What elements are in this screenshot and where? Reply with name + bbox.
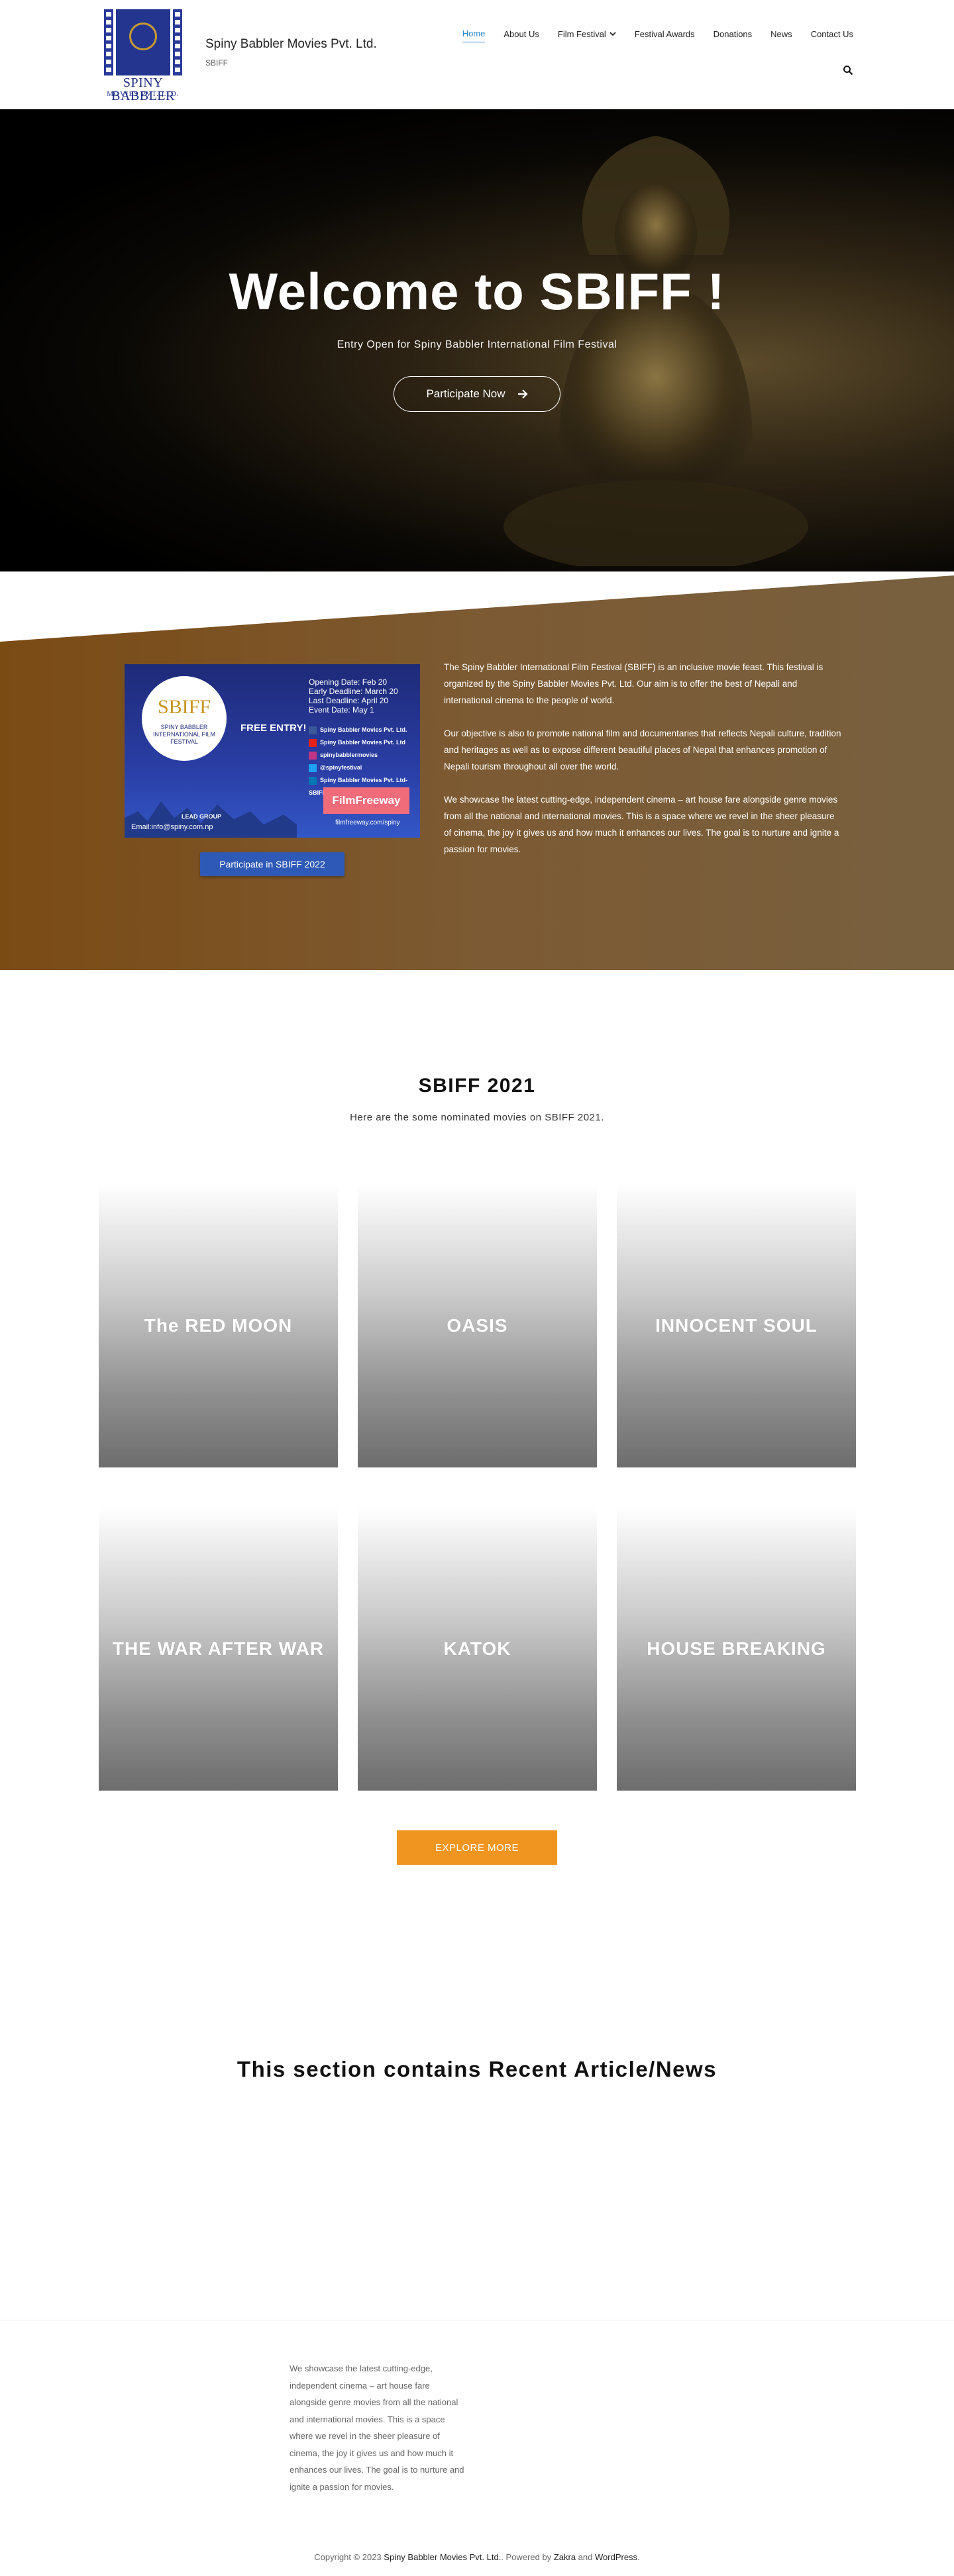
poster-date-line: Opening Date: Feb 20 [309, 677, 388, 687]
about-paragraph: We showcase the latest cutting-edge, ind… [444, 795, 839, 854]
site-header: SPINY BABBLER MOVIES PVT. LTD. Spiny Bab… [0, 0, 954, 109]
sbiff-poster-image: SBIFF SPINY BABBLER INTERNATIONAL FILM F… [125, 664, 420, 838]
poster-social-label: Spiny Babbler Movies Pvt. Ltd. [320, 726, 407, 733]
nav-about-us[interactable]: About Us [504, 28, 539, 42]
about-section: SBIFF SPINY BABBLER INTERNATIONAL FILM F… [0, 571, 954, 970]
nav-label: Contact Us [810, 28, 853, 39]
about-paragraph: Our objective is also to promote nationa… [444, 728, 841, 771]
poster-social-item: Spiny Babbler Movies Pvt. Ltd [309, 736, 420, 749]
movie-title: INNOCENT SOUL [655, 1315, 818, 1336]
nav-donations[interactable]: Donations [714, 28, 753, 42]
slanted-divider [0, 571, 954, 642]
film-strip-right [173, 9, 182, 75]
movie-card[interactable]: THE WAR AFTER WAR [99, 1507, 338, 1791]
movie-title: KATOK [443, 1638, 511, 1659]
site-logo[interactable]: SPINY BABBLER MOVIES PVT. LTD. [93, 7, 193, 103]
poster-social-label: Spiny Babbler Movies Pvt. Ltd [320, 739, 406, 746]
button-label: Participate Now [426, 387, 505, 400]
nav-label: Festival Awards [634, 28, 695, 39]
movie-title: HOUSE BREAKING [647, 1638, 826, 1659]
site-tagline: SBIFF [205, 58, 229, 68]
hero-content: Welcome to SBIFF ! Entry Open for Spiny … [0, 262, 954, 412]
instagram-icon [309, 751, 317, 760]
twitter-icon [309, 764, 317, 772]
logo-subtext: MOVIES PVT. LTD. [107, 90, 180, 98]
nav-label: Home [462, 28, 486, 38]
news-title: This section contains Recent Article/New… [237, 2057, 717, 2081]
powered-by-text: . Powered by [501, 2552, 552, 2562]
participate-sbiff-2022-button[interactable]: Participate in SBIFF 2022 [200, 852, 344, 876]
poster-date-line: Event Date: May 1 [309, 705, 374, 715]
arrow-right-icon [517, 389, 528, 399]
footer-copyright: Copyright © 2023 Spiny Babbler Movies Pv… [0, 2552, 954, 2562]
poster-circle-text: SPINY BABBLER INTERNATIONAL FILM FESTIVA… [152, 724, 215, 745]
poster-social-item: Spiny Babbler Movies Pvt. Ltd. [309, 724, 420, 736]
search-icon[interactable] [843, 65, 853, 75]
hero-subtitle: Entry Open for Spiny Babbler Internation… [337, 339, 617, 350]
movie-card[interactable]: HOUSE BREAKING [617, 1507, 856, 1791]
nav-label: Film Festival [557, 28, 606, 39]
filmfreeway-url: filmfreeway.com/spiny [335, 819, 400, 826]
poster-logo-text: SBIFF [157, 696, 211, 718]
explore-more-button[interactable]: EXPLORE MORE [397, 1830, 557, 1865]
site-footer: We showcase the latest cutting-edge, ind… [0, 2320, 954, 2576]
sbiff-2021-section: SBIFF 2021 Here are the some nominated m… [0, 970, 954, 1865]
nav-festival-awards[interactable]: Festival Awards [635, 28, 695, 42]
poster-social-item: @spinyfestival [309, 762, 420, 774]
movie-title: OASIS [447, 1315, 508, 1336]
participate-now-button[interactable]: Participate Now [394, 376, 560, 412]
footer-about-text: We showcase the latest cutting-edge, ind… [290, 2363, 464, 2492]
poster-dates: Opening Date: Feb 20 Early Deadline: Mar… [309, 677, 398, 715]
movie-card[interactable]: INNOCENT SOUL [617, 1184, 856, 1467]
movie-title: The RED MOON [144, 1315, 293, 1336]
logo-square [116, 9, 170, 75]
poster-social-label: spinybabblermovies [320, 752, 378, 758]
poster-email: Email:info@spiny.com.np [131, 823, 213, 831]
nav-label: News [770, 28, 792, 39]
footer-company-link[interactable]: Spiny Babbler Movies Pvt. Ltd. [384, 2552, 501, 2562]
poster-free-entry: FREE ENTRY! [240, 722, 307, 734]
footer-theme-link[interactable]: Zakra [554, 2552, 576, 2562]
site-title[interactable]: Spiny Babbler Movies Pvt. Ltd. [205, 37, 377, 52]
movie-title: THE WAR AFTER WAR [112, 1638, 325, 1659]
nav-contact-us[interactable]: Contact Us [811, 28, 853, 42]
copyright-prefix: Copyright © 2023 [314, 2552, 382, 2562]
linkedin-icon [309, 776, 317, 785]
poster-org: LEAD GROUP [182, 813, 222, 820]
hero-title: Welcome to SBIFF ! [229, 262, 725, 321]
hero-banner: Welcome to SBIFF ! Entry Open for Spiny … [0, 109, 954, 571]
end-text: . [637, 2552, 640, 2562]
bird-emblem-icon [129, 23, 157, 50]
nav-home[interactable]: Home [462, 28, 486, 42]
nav-label: Donations [713, 28, 753, 39]
chevron-down-icon [610, 32, 616, 36]
and-text: and [578, 2552, 593, 2562]
section-subtitle: Here are the some nominated movies on SB… [350, 1112, 604, 1123]
movie-card[interactable]: KATOK [358, 1507, 597, 1791]
filmfreeway-logo: FilmFreeway [323, 787, 409, 814]
about-text: The Spiny Babbler International Film Fes… [444, 659, 841, 874]
about-paragraph: The Spiny Babbler International Film Fes… [444, 662, 823, 705]
movie-card[interactable]: OASIS [358, 1184, 597, 1467]
poster-logo-circle [142, 676, 227, 761]
logo-text: SPINY BABBLER [111, 75, 175, 103]
main-nav: Home About Us Film Festival Festival Awa… [462, 28, 853, 42]
section-title: SBIFF 2021 [418, 1075, 536, 1097]
poster-social-label: @spinyfestival [320, 764, 362, 771]
poster-social-item: spinybabblermovies [309, 749, 420, 762]
facebook-icon [309, 726, 317, 734]
film-strip-left [104, 9, 113, 75]
nav-label: About Us [504, 28, 539, 39]
movie-grid: The RED MOON OASIS INNOCENT SOUL THE WAR… [99, 1184, 856, 1791]
youtube-icon [309, 738, 317, 747]
footer-wordpress-link[interactable]: WordPress [595, 2552, 637, 2562]
news-section: This section contains Recent Article/New… [0, 1865, 954, 2320]
poster-date-line: Early Deadline: March 20 [309, 687, 398, 696]
poster-date-line: Last Deadline: April 20 [309, 696, 389, 705]
logo-graphic [100, 7, 186, 85]
nav-news[interactable]: News [770, 28, 792, 42]
nav-film-festival[interactable]: Film Festival [558, 28, 616, 42]
movie-card[interactable]: The RED MOON [99, 1184, 338, 1467]
